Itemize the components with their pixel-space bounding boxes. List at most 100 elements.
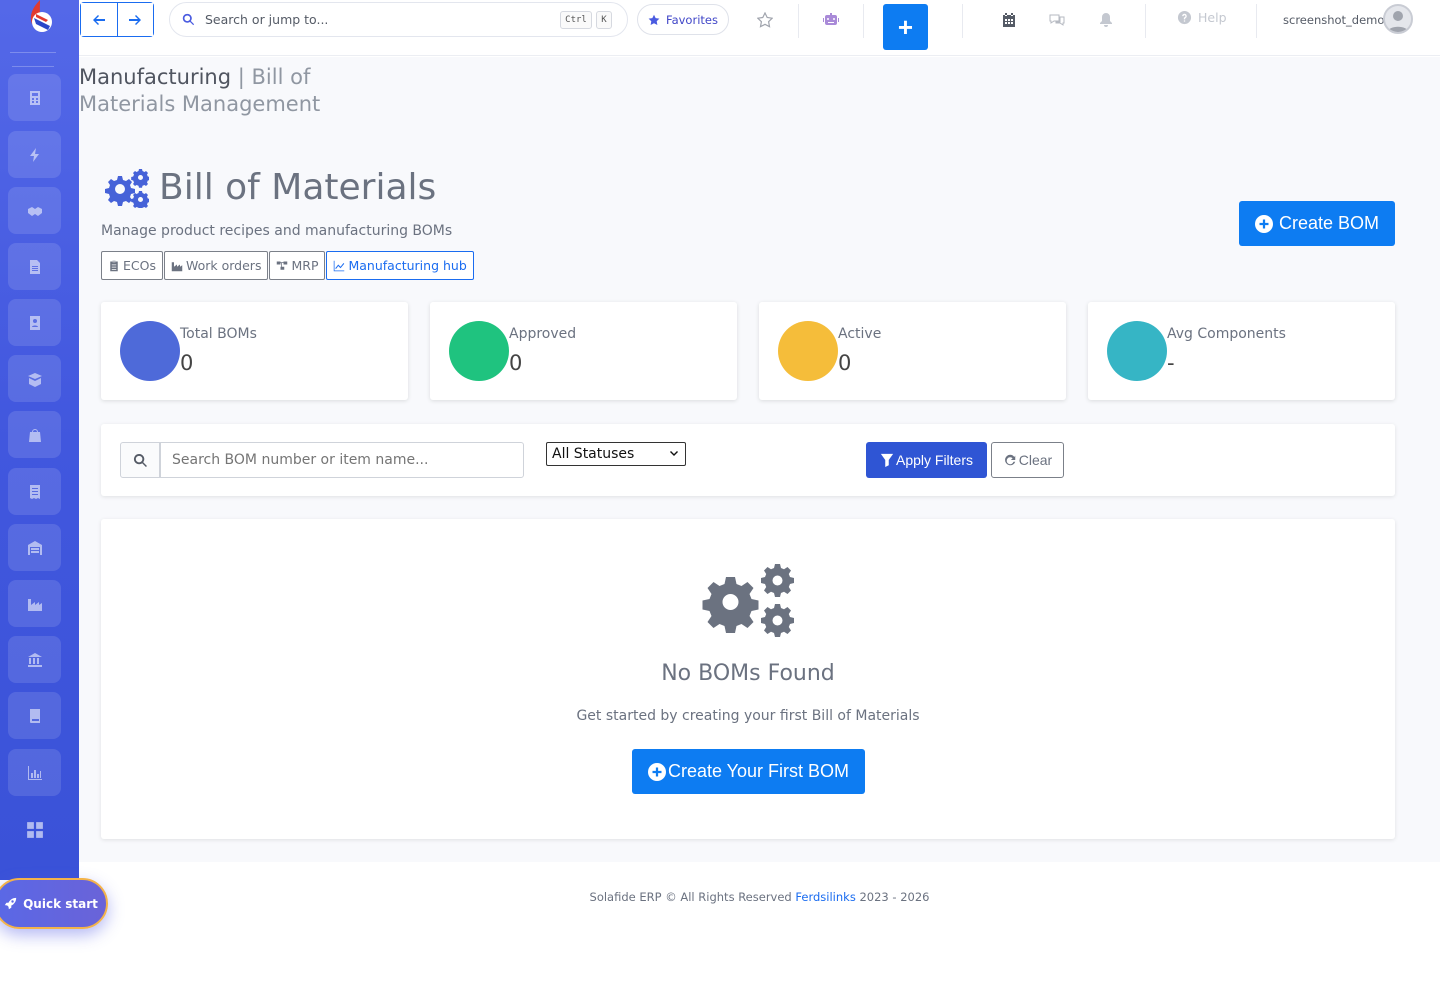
sidebar-item-crm[interactable]: [8, 187, 61, 234]
sidebar-item-banking[interactable]: [8, 636, 61, 683]
create-bom-button[interactable]: Create BOM: [1239, 201, 1395, 246]
sidebar-divider: [12, 66, 54, 67]
add-favorite-button[interactable]: [755, 10, 775, 30]
empty-state-title: No BOMs Found: [661, 661, 835, 686]
chevron-down-icon: [670, 451, 678, 456]
arrow-right-icon: [129, 14, 142, 25]
stat-value: 0: [509, 351, 523, 375]
ecos-link-button[interactable]: ECOs: [101, 251, 163, 280]
back-button[interactable]: [81, 3, 118, 36]
robot-icon: [823, 13, 839, 25]
quick-add-button[interactable]: +: [883, 4, 928, 50]
shortcut-key-ctrl: Ctrl: [560, 11, 592, 29]
main-content: Manufacturing | Bill of Materials Manage…: [79, 57, 1440, 862]
username[interactable]: screenshot_demo: [1283, 13, 1384, 27]
topbar-divider: [863, 4, 864, 38]
quick-start-button[interactable]: Quick start: [0, 878, 108, 929]
sidebar-item-ledger[interactable]: [8, 692, 61, 739]
breadcrumb-section[interactable]: Manufacturing: [79, 65, 231, 89]
warehouse-icon: [27, 540, 42, 555]
sidebar-item-contacts[interactable]: [8, 299, 61, 346]
topbar-divider: [1256, 4, 1257, 38]
help-label: Help: [1198, 10, 1227, 25]
breadcrumb: Manufacturing | Bill of Materials Manage…: [79, 64, 329, 118]
breadcrumb-separator: |: [231, 65, 252, 89]
sidebar-item-inventory[interactable]: [8, 355, 61, 402]
footer: Solafide ERP © All Rights Reserved Ferds…: [79, 890, 1440, 904]
user-icon: [1388, 11, 1408, 32]
status-select[interactable]: All Statuses: [546, 442, 686, 466]
stat-label: Approved: [509, 326, 577, 342]
favorites-button[interactable]: Favorites: [637, 4, 729, 35]
work-orders-link-button[interactable]: Work orders: [163, 251, 269, 280]
calendar-icon: [1003, 13, 1015, 27]
assistant-button[interactable]: [821, 10, 841, 30]
comments-icon: [1049, 14, 1065, 26]
question-circle-icon: [1177, 10, 1192, 25]
star-filled-icon: [648, 14, 660, 25]
sidebar-item-calculator[interactable]: [8, 74, 61, 121]
industry-icon: [27, 598, 42, 611]
filter-bar: All Statuses Apply Filters Clear: [101, 424, 1395, 496]
shopping-bag-icon: [28, 428, 41, 442]
apply-filters-button[interactable]: Apply Filters: [866, 442, 987, 478]
bolt-icon: [29, 147, 39, 162]
status-select-value: All Statuses: [552, 446, 635, 462]
redo-icon: [1004, 454, 1016, 466]
page-title: Bill of Materials: [159, 167, 437, 208]
stat-value: 0: [838, 351, 852, 375]
chat-button[interactable]: [1047, 10, 1067, 30]
stat-card-total-boms: Total BOMs 0: [101, 302, 408, 400]
chip-label: MRP: [291, 258, 319, 273]
related-links: ECOs Work orders MRP Manufacturing hub: [101, 251, 474, 280]
calendar-button[interactable]: [999, 10, 1019, 30]
page-header: Bill of Materials: [101, 167, 436, 208]
app-logo[interactable]: [26, 0, 56, 36]
sitemap-icon: [277, 261, 288, 270]
footer-company-link[interactable]: Ferdsilinks: [795, 890, 855, 904]
calculator-icon: [29, 90, 40, 105]
grid-icon: [26, 822, 43, 838]
avatar[interactable]: [1383, 4, 1413, 34]
quick-start-label: Quick start: [23, 896, 98, 911]
topbar-divider: [1145, 4, 1146, 38]
cogs-icon: [105, 168, 149, 208]
bell-icon: [1100, 13, 1112, 27]
book-icon: [29, 708, 40, 723]
rocket-icon: [4, 897, 17, 910]
global-search-input[interactable]: Search or jump to... Ctrl K: [169, 2, 628, 37]
search-icon: [182, 13, 195, 26]
star-outline-icon: [757, 12, 773, 28]
sidebar-item-reports[interactable]: [8, 749, 61, 796]
search-placeholder: Search or jump to...: [205, 12, 329, 27]
clear-filters-label: Clear: [1018, 452, 1053, 468]
sidebar-item-apps[interactable]: [8, 810, 61, 850]
sidebar-item-quick-actions[interactable]: [8, 131, 61, 178]
stat-label: Active: [838, 326, 882, 342]
create-first-bom-button[interactable]: Create Your First BOM: [632, 749, 865, 794]
topbar: Search or jump to... Ctrl K Favorites + …: [79, 0, 1440, 56]
stat-icon-circle: [120, 321, 180, 381]
sidebar-item-documents[interactable]: [8, 243, 61, 290]
forward-button[interactable]: [117, 3, 153, 36]
sidebar-item-manufacturing[interactable]: [8, 580, 61, 627]
chip-label: Work orders: [185, 258, 262, 273]
stat-label: Avg Components: [1167, 326, 1286, 342]
apply-filters-label: Apply Filters: [895, 452, 974, 468]
clear-filters-button[interactable]: Clear: [991, 442, 1064, 478]
sidebar-item-receipts[interactable]: [8, 468, 61, 515]
sidebar-item-shop[interactable]: [8, 411, 61, 458]
footer-copyright: Solafide ERP © All Rights Reserved: [589, 890, 796, 904]
manufacturing-hub-link-button[interactable]: Manufacturing hub: [326, 251, 474, 280]
bom-search-input[interactable]: [160, 442, 524, 478]
notifications-button[interactable]: [1096, 10, 1116, 30]
mrp-link-button[interactable]: MRP: [269, 251, 326, 280]
clipboard-icon: [110, 260, 118, 271]
sidebar-item-warehouse[interactable]: [8, 524, 61, 571]
sidebar: [0, 0, 79, 880]
empty-state-subtitle: Get started by creating your first Bill …: [576, 708, 920, 724]
industry-icon: [171, 261, 183, 271]
help-button[interactable]: Help: [1177, 10, 1227, 25]
plus-circle-icon: [647, 762, 666, 781]
bom-search-button[interactable]: [120, 442, 160, 478]
